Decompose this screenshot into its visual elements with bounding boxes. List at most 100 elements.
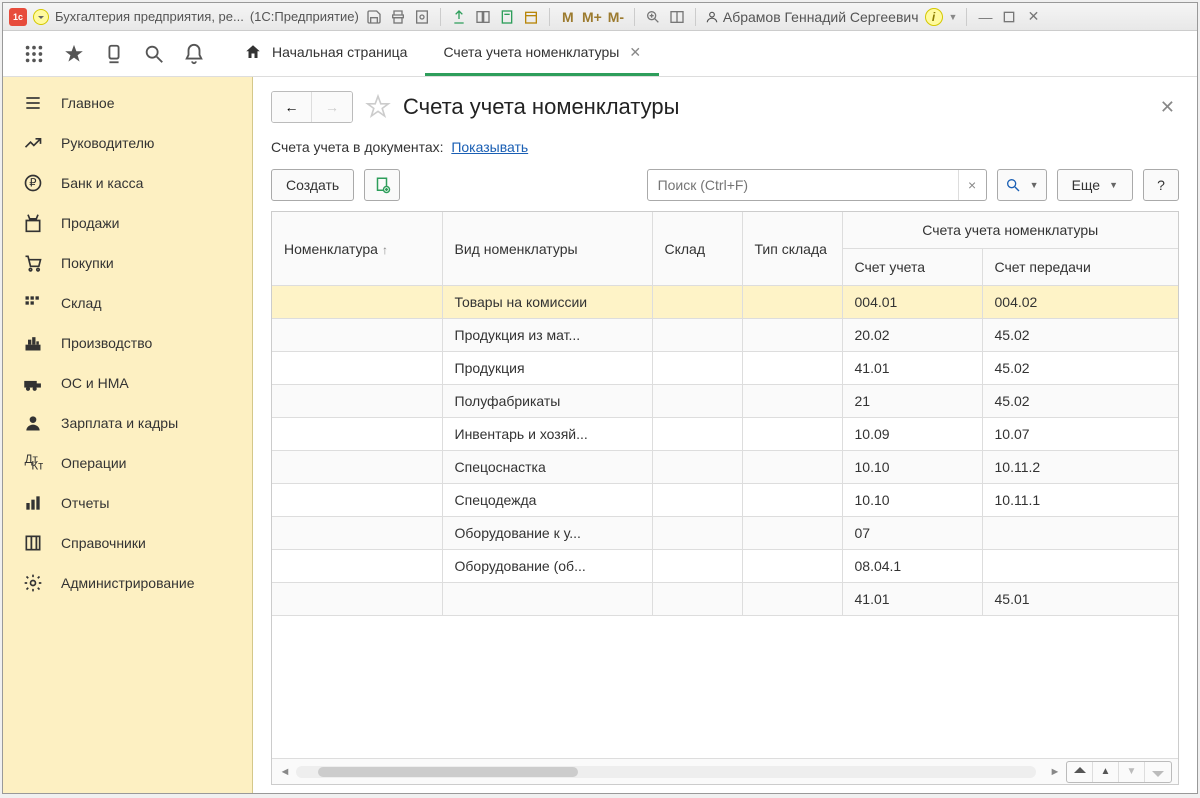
table-row[interactable]: Спецодежда10.1010.11.1 [272,484,1178,517]
col-group-accounts[interactable]: Счета учета номенклатуры [842,212,1178,249]
cell-c5: 21 [842,385,982,418]
table-row[interactable]: Спецоснастка10.1010.11.2 [272,451,1178,484]
favorites-star-icon[interactable] [63,43,85,65]
cell-c1 [272,385,442,418]
apps-grid-icon[interactable] [23,43,45,65]
save-icon[interactable] [365,8,383,26]
row-up-icon[interactable]: ▲ [1093,762,1119,782]
table-row[interactable]: Товары на комиссии004.01004.02 [272,286,1178,319]
app-logo-icon: 1c [9,8,27,26]
cell-c2: Спецоснастка [442,451,652,484]
page-title: Счета учета номенклатуры [403,94,679,120]
panels-icon[interactable] [668,8,686,26]
sidebar-item-2[interactable]: ₽Банк и касса [3,163,252,203]
memory-m-icon[interactable]: M [559,8,577,26]
table-footer: ◄ ► ▲ ▼ [272,758,1178,784]
row-first-icon[interactable] [1067,762,1093,782]
sidebar-item-12[interactable]: Администрирование [3,563,252,603]
cell-c3 [652,517,742,550]
col-warehouse[interactable]: Склад [652,212,742,286]
maximize-icon[interactable] [1000,8,1018,26]
sidebar-item-7[interactable]: ОС и НМА [3,363,252,403]
sidebar-icon [23,93,43,113]
table-row[interactable]: Продукция41.0145.02 [272,352,1178,385]
compare-icon[interactable] [474,8,492,26]
table-row[interactable]: Инвентарь и хозяй...10.0910.07 [272,418,1178,451]
scroll-right-icon[interactable]: ► [1048,765,1062,779]
nav-forward-button[interactable]: → [312,92,352,122]
sidebar-item-8[interactable]: Зарплата и кадры [3,403,252,443]
sidebar-item-5[interactable]: Склад [3,283,252,323]
col-transfer[interactable]: Счет передачи [982,249,1178,286]
tab-close-icon[interactable]: ✕ [629,44,641,61]
memory-mminus-icon[interactable]: M- [607,8,625,26]
calculator-icon[interactable] [498,8,516,26]
search-dropdown-button[interactable]: ▼ [997,169,1047,201]
col-type[interactable]: Вид номенклатуры [442,212,652,286]
info-icon[interactable]: i [925,8,943,26]
row-down-icon[interactable]: ▼ [1119,762,1145,782]
scroll-left-icon[interactable]: ◄ [278,765,292,779]
sidebar-item-4[interactable]: Покупки [3,243,252,283]
svg-text:₽: ₽ [29,176,37,189]
search-input[interactable] [648,170,958,200]
app-menu-dropdown[interactable] [33,9,49,25]
tab-home[interactable]: Начальная страница [226,31,425,76]
close-window-icon[interactable]: ✕ [1024,8,1042,26]
table-row[interactable]: Полуфабрикаты2145.02 [272,385,1178,418]
row-last-icon[interactable] [1145,762,1171,782]
more-button[interactable]: Еще▼ [1057,169,1133,201]
search-clear-icon[interactable]: × [958,170,986,200]
cell-c4 [742,550,842,583]
sidebar-label: Главное [61,95,115,111]
calendar-icon[interactable] [522,8,540,26]
zoom-icon[interactable] [644,8,662,26]
sidebar-item-10[interactable]: Отчеты [3,483,252,523]
history-icon[interactable] [103,43,125,65]
col-account[interactable]: Счет учета [842,249,982,286]
cell-c1 [272,286,442,319]
bell-icon[interactable] [183,43,205,65]
cell-c6: 45.01 [982,583,1178,616]
create-button[interactable]: Создать [271,169,354,201]
titlebar: 1c Бухгалтерия предприятия, ре... (1С:Пр… [3,3,1197,31]
info-link[interactable]: Показывать [451,139,528,155]
sidebar-icon: ДтКт [23,453,43,473]
close-page-icon[interactable]: ✕ [1156,97,1179,118]
h-scrollbar[interactable] [296,766,1036,778]
print-icon[interactable] [389,8,407,26]
sidebar-label: Справочники [61,535,146,551]
export-icon[interactable] [450,8,468,26]
current-user[interactable]: Абрамов Геннадий Сергеевич [705,9,919,25]
minimize-icon[interactable]: — [976,8,994,26]
sidebar-item-1[interactable]: Руководителю [3,123,252,163]
copy-button[interactable] [364,169,400,201]
table-row[interactable]: Оборудование (об...08.04.1 [272,550,1178,583]
sidebar-label: Администрирование [61,575,195,591]
sidebar-icon [23,573,43,593]
sidebar-item-9[interactable]: ДтКтОперации [3,443,252,483]
search-field[interactable]: × [647,169,987,201]
nav-back-button[interactable]: ← [272,92,312,122]
sidebar-label: ОС и НМА [61,375,129,391]
platform-label: (1С:Предприятие) [250,9,359,24]
cell-c5: 41.01 [842,352,982,385]
tab-accounts[interactable]: Счета учета номенклатуры ✕ [425,31,659,76]
table-row[interactable]: Продукция из мат...20.0245.02 [272,319,1178,352]
sidebar-label: Склад [61,295,102,311]
sidebar-item-6[interactable]: Производство [3,323,252,363]
table-row[interactable]: 41.0145.01 [272,583,1178,616]
col-nomenclature[interactable]: Номенклатура↑ [272,212,442,286]
table-row[interactable]: Оборудование к у...07 [272,517,1178,550]
memory-mplus-icon[interactable]: M+ [583,8,601,26]
sidebar-icon [23,373,43,393]
col-wh-type[interactable]: Тип склада [742,212,842,286]
sidebar-item-11[interactable]: Справочники [3,523,252,563]
cell-c4 [742,517,842,550]
search-icon[interactable] [143,43,165,65]
favorite-star-icon[interactable] [365,94,391,120]
sidebar-item-0[interactable]: Главное [3,83,252,123]
help-button[interactable]: ? [1143,169,1179,201]
preview-icon[interactable] [413,8,431,26]
sidebar-item-3[interactable]: Продажи [3,203,252,243]
